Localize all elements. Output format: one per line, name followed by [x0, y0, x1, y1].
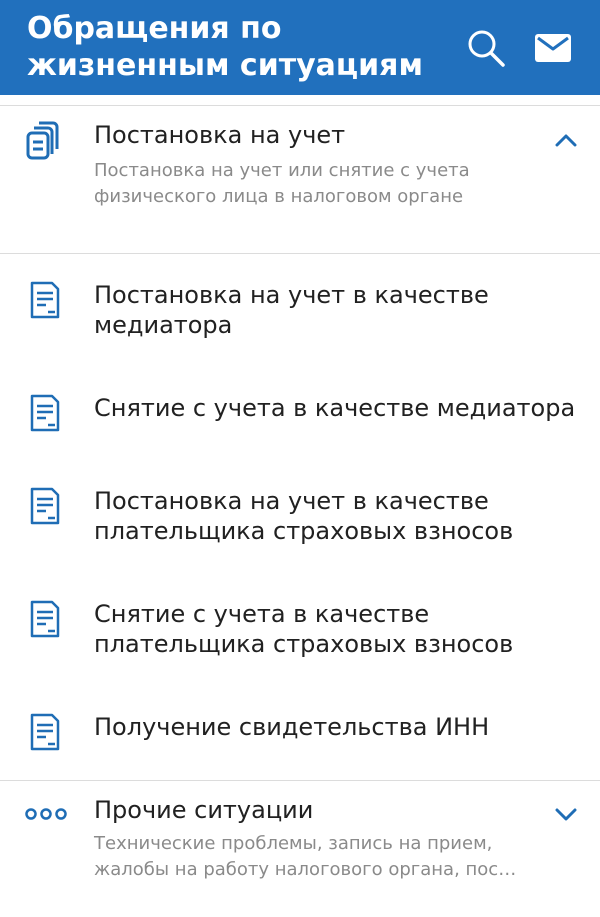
section-description: Постановка на учет или снятие с учета фи…: [94, 160, 470, 207]
list-item[interactable]: Получение свидетельства ИНН: [0, 697, 600, 767]
chevron-up-icon[interactable]: [552, 126, 580, 154]
list-item-label: Снятие с учета в качестве медиатора: [94, 394, 576, 422]
search-icon: [468, 30, 505, 67]
section-description: Технические проблемы, запись на прием, ж…: [94, 833, 517, 880]
list-item-label: Снятие с учета в качестве плательщика ст…: [94, 600, 514, 658]
mail-button[interactable]: [531, 26, 575, 70]
list-item[interactable]: Постановка на учет в качестве плательщик…: [0, 471, 600, 571]
document-icon: [30, 394, 60, 432]
document-icon: [30, 600, 60, 638]
page-title: Обращения по жизненным ситуациям: [27, 10, 447, 84]
chevron-down-icon[interactable]: [552, 801, 580, 829]
list-item[interactable]: Постановка на учет в качестве медиатора: [0, 265, 600, 365]
document-icon: [30, 281, 60, 319]
document-icon: [30, 487, 60, 525]
app-bar: Обращения по жизненным ситуациям: [0, 0, 600, 95]
section-header-registration[interactable]: Постановка на учет Постановка на учет ил…: [0, 106, 600, 254]
section-title: Постановка на учет: [94, 121, 346, 149]
more-dots-icon: [24, 792, 68, 836]
list-item[interactable]: Снятие с учета в качестве плательщика ст…: [0, 584, 600, 684]
search-button[interactable]: [464, 26, 508, 70]
page-title-line-2: жизненным ситуациям: [27, 48, 423, 83]
section-title: Прочие ситуации: [94, 796, 314, 824]
divider: [0, 253, 600, 254]
list-item-label: Постановка на учет в качестве плательщик…: [94, 487, 514, 545]
section-header-other[interactable]: Прочие ситуации Технические проблемы, за…: [0, 781, 600, 917]
list-item-label: Получение свидетельства ИНН: [94, 713, 490, 741]
page-title-line-1: Обращения по: [27, 11, 282, 46]
list-item[interactable]: Снятие с учета в качестве медиатора: [0, 378, 600, 448]
documents-icon: [24, 118, 68, 162]
document-icon: [30, 713, 60, 751]
mail-icon: [535, 34, 571, 62]
list-item-label: Постановка на учет в качестве медиатора: [94, 281, 489, 339]
